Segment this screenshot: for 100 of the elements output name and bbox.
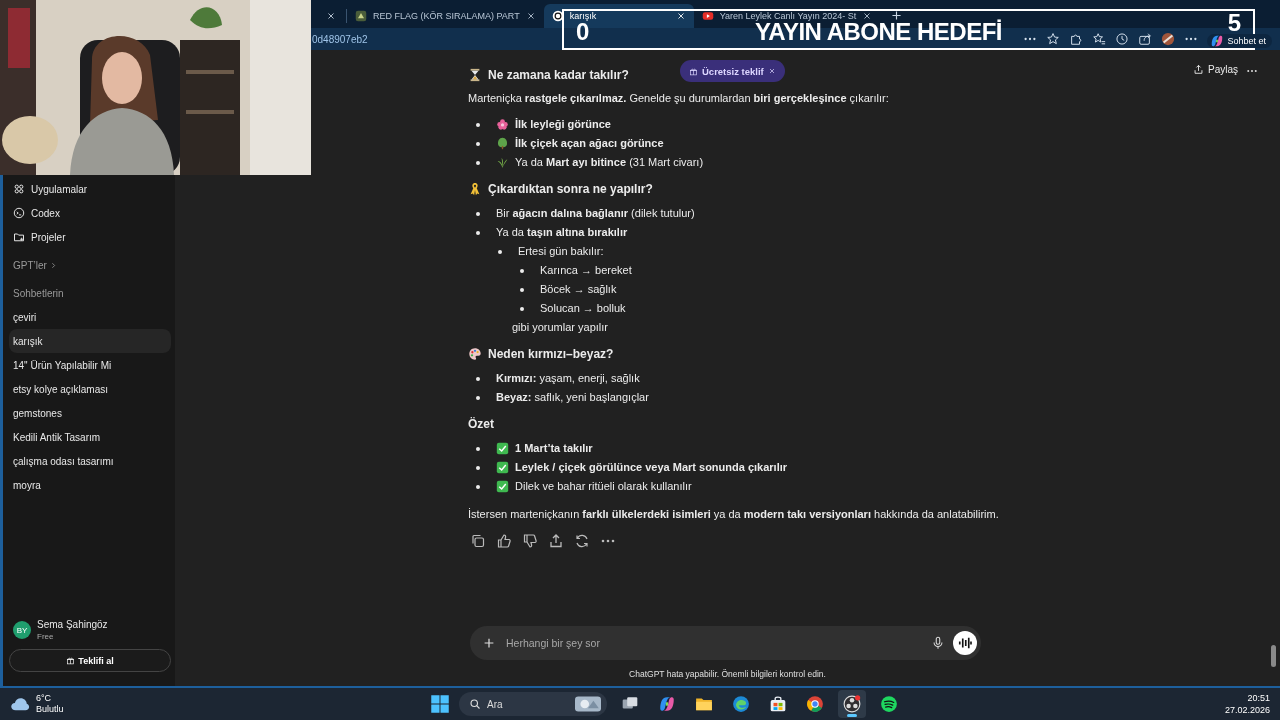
share-icon[interactable]	[1138, 32, 1153, 46]
ribbon-icon	[468, 182, 482, 196]
sidebar-item[interactable]: Codex	[9, 201, 171, 225]
history-icon[interactable]	[1115, 32, 1130, 46]
chat-history-item[interactable]: karışık	[9, 329, 171, 353]
list-item-text: İlk çiçek açan ağacı görünce	[515, 136, 664, 151]
list-item-text: Bir ağacın dalına bağlanır (dilek tutulur)	[496, 206, 695, 221]
chat-history-item[interactable]: çeviri	[9, 305, 171, 329]
chat-history-item[interactable]: gemstones	[9, 401, 171, 425]
plan-label: Free	[37, 632, 55, 641]
bullet-icon	[476, 465, 480, 470]
free-offer-pill[interactable]: Ücretsiz teklif	[680, 60, 785, 82]
terminal-icon	[13, 207, 25, 219]
favorites-icon[interactable]	[1092, 32, 1107, 46]
upgrade-button[interactable]: Teklifi al	[9, 649, 171, 672]
user-name: Sema Şahingöz	[37, 619, 108, 630]
share-icon	[1193, 64, 1204, 75]
list-item-text: İlk leyleği görünce	[515, 117, 611, 132]
recording-app-icon	[843, 695, 861, 713]
profile-avatar-icon[interactable]	[1161, 32, 1176, 46]
store-bag-icon	[769, 695, 787, 713]
chat-history-item[interactable]: 14" Ürün Yapılabilir Mi	[9, 353, 171, 377]
windows-start-icon[interactable]	[430, 694, 450, 714]
bullet-icon	[476, 122, 480, 127]
gpts-link[interactable]: GPT’ler	[9, 253, 171, 277]
list-item-text: Ertesi gün bakılır:	[518, 244, 604, 259]
list-item-text: Leylek / çiçek görülünce veya Mart sonunda çıkarılır	[515, 460, 788, 475]
gift-icon	[689, 66, 698, 76]
section-label: Sohbetlerin	[12, 286, 65, 301]
list-item-text: Ya da taşın altına bırakılır	[496, 225, 628, 240]
edge-browser-icon	[732, 695, 750, 713]
favorite-star-icon[interactable]	[1046, 32, 1061, 46]
share-button[interactable]: Paylaş	[1193, 64, 1238, 75]
message-composer[interactable]: Herhangi bir şey sor	[470, 626, 981, 660]
section-heading: Ne zamana kadar takılır?	[488, 68, 629, 82]
search-icon	[469, 698, 481, 710]
voice-mode-icon[interactable]	[953, 631, 977, 655]
clock-time: 20:51	[1247, 692, 1270, 704]
list-item-text: Dilek ve bahar ritüeli olarak kullanılır	[515, 479, 692, 494]
bullet-icon	[520, 268, 524, 273]
gift-icon	[66, 656, 76, 665]
folder-icon	[13, 231, 25, 243]
section-heading: Çıkardıktan sonra ne yapılır?	[488, 182, 653, 196]
list-item-text: gibi yorumlar yapılır	[512, 320, 609, 335]
folder-icon	[695, 695, 713, 713]
bullet-icon	[476, 230, 480, 235]
chat-history-item[interactable]: çalışma odası tasarımı	[9, 449, 171, 473]
check-mark-icon	[496, 442, 509, 455]
chat-history-item[interactable]: Kedili Antik Tasarım	[9, 425, 171, 449]
list-item-text: Karınca → bereket	[540, 263, 632, 278]
list-item-text: Kırmızı: yaşam, enerji, sağlık	[496, 371, 640, 386]
chat-history-item[interactable]: etsy kolye açıklaması	[9, 377, 171, 401]
disclaimer-text: ChatGPT hata yapabilir. Önemli bilgileri kontrol edin.	[629, 668, 826, 681]
bullet-icon	[520, 306, 524, 311]
message-input[interactable]: Herhangi bir şey sor	[504, 636, 923, 650]
sidebar-item[interactable]: Uygulamalar	[9, 177, 171, 201]
section-heading: Neden kırmızı–beyaz?	[488, 347, 614, 361]
bullet-icon	[520, 287, 524, 292]
message-paragraph: Marteniçka rastgele çıkarılmaz. Genelde şu durumlardan biri gerçekleşince çıkarılır:	[468, 91, 890, 106]
copilot-logo-icon	[1210, 34, 1225, 48]
chrome-browser-icon	[806, 695, 824, 713]
close-icon[interactable]	[862, 11, 873, 21]
clock-date: 27.02.2026	[1224, 704, 1270, 716]
extensions-icon[interactable]	[1069, 32, 1084, 46]
bullet-icon	[498, 249, 502, 254]
microphone-icon[interactable]	[931, 636, 945, 650]
bullet-icon	[476, 484, 480, 489]
message-paragraph: İstersen marteniçkanın farklı ülkelerdeki isimleri ya da modern takı versiyonları hakkında da anlatabilirim.	[468, 507, 1000, 522]
address-text[interactable]: 0d48907eb2	[312, 33, 368, 45]
list-item-text: Böcek → sağlık	[540, 282, 617, 297]
weather-text: Bulutlu	[36, 704, 64, 715]
plus-icon[interactable]	[482, 636, 496, 650]
copilot-logo-icon	[658, 695, 676, 713]
check-mark-icon	[496, 461, 509, 474]
temperature-text: 6°C	[36, 693, 53, 704]
close-icon[interactable]	[326, 11, 336, 21]
scrollbar-thumb[interactable]	[1271, 645, 1276, 667]
taskbar-app[interactable]	[838, 690, 866, 718]
bullet-icon	[476, 446, 480, 451]
section-heading: Özet	[468, 417, 494, 431]
subscriber-goal: 5	[1227, 13, 1241, 32]
chat-button[interactable]: Sohbet et	[1207, 34, 1272, 48]
browser-tab[interactable]: RED FLAG (KÖR SIRALAMA) PART	[347, 4, 544, 28]
bullet-icon	[476, 141, 480, 146]
list-item-text: Ya da Mart ayı bitince (31 Mart civarı)	[515, 155, 704, 170]
taskbar-search[interactable]: Ara	[459, 692, 607, 716]
close-icon[interactable]	[767, 67, 776, 75]
flower-icon	[496, 118, 509, 131]
close-icon[interactable]	[675, 11, 686, 21]
new-tab-icon[interactable]	[890, 9, 904, 22]
bullet-icon	[476, 160, 480, 165]
list-item-text: 1 Mart’ta takılır	[515, 441, 593, 456]
close-icon[interactable]	[525, 11, 536, 21]
music-app-icon	[880, 695, 898, 713]
chat-history-item[interactable]: moyra	[9, 473, 171, 497]
sidebar-item[interactable]: Projeler	[9, 225, 171, 249]
bullet-icon	[476, 376, 480, 381]
check-mark-icon	[496, 480, 509, 493]
bullet-icon	[476, 211, 480, 216]
hourglass-icon	[468, 68, 482, 82]
